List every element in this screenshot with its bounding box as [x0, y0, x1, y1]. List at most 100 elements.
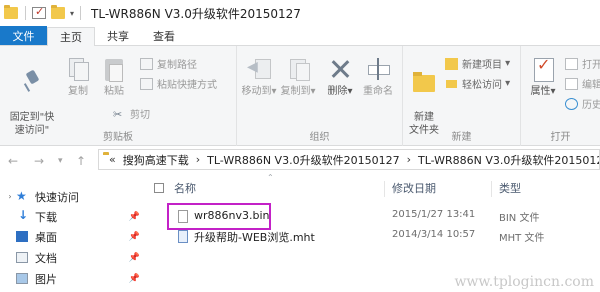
breadcrumb-separator[interactable]: ›: [407, 153, 411, 166]
delete-button[interactable]: 删除▾: [325, 56, 355, 98]
easy-access-icon: [445, 78, 458, 90]
ribbon: 固定到"快 速访问" 复制 粘贴 复制路径 粘贴快捷方式 剪切 剪贴板 移动到▾: [0, 46, 600, 146]
scissors-icon: [113, 108, 126, 120]
desktop-icon: [16, 231, 28, 242]
quick-access-toolbar: ▾: [0, 5, 87, 20]
pin-icon: [20, 69, 44, 95]
rename-label: 重命名: [363, 86, 393, 97]
nav-item-documents[interactable]: 文档 📌: [0, 248, 146, 267]
history-button[interactable]: 历史: [565, 96, 600, 111]
select-all-checkbox[interactable]: [154, 183, 164, 193]
download-icon: [16, 211, 28, 222]
new-group-label: 新建: [451, 132, 472, 143]
history-icon: [565, 97, 578, 110]
documents-icon: [16, 252, 28, 263]
copy-path-icon: [140, 57, 153, 70]
properties-label: 属性: [530, 86, 551, 97]
file-date: 2014/3/14 10:57: [392, 229, 476, 240]
separator: [25, 6, 26, 20]
nav-item-quick-access[interactable]: › 快速访问: [0, 187, 146, 206]
title-bar: ▾ TL-WR886N V3.0升级软件20150127: [0, 0, 600, 26]
new-item-button[interactable]: 新建项目 ▾: [445, 56, 510, 71]
address-row: ← → ▾ ↑ « 搜狗高速下载 › TL-WR886N V3.0升级软件201…: [0, 147, 600, 173]
edit-button[interactable]: 编辑: [565, 76, 600, 91]
nav-item-label: 下载: [35, 210, 57, 224]
paste-label: 粘贴: [104, 86, 124, 97]
open-icon: [565, 57, 578, 70]
paste-button[interactable]: 粘贴: [98, 56, 130, 98]
forward-icon[interactable]: →: [34, 154, 44, 168]
nav-item-downloads[interactable]: 下载 📌: [0, 207, 146, 226]
move-to-label: 移动到: [241, 86, 272, 97]
rename-button[interactable]: 重命名: [359, 56, 397, 98]
move-to-button[interactable]: 移动到▾: [239, 56, 279, 98]
properties-button[interactable]: 属性▾: [527, 56, 559, 98]
paste-icon: [102, 56, 126, 82]
delete-icon: [328, 56, 352, 82]
column-divider[interactable]: [384, 181, 385, 197]
tab-file[interactable]: 文件: [0, 26, 47, 45]
cut-label: 剪切: [130, 110, 150, 121]
tab-view[interactable]: 查看: [141, 26, 187, 45]
watermark: www.tplogincn.com: [454, 274, 594, 290]
dropdown-arrow-icon: ▾: [271, 86, 277, 97]
web-archive-icon: [178, 230, 188, 243]
rename-icon: [366, 56, 390, 82]
dropdown-arrow-icon: ▾: [502, 58, 511, 69]
folder-icon: [4, 5, 18, 19]
copy-label: 复制: [68, 86, 88, 97]
breadcrumb-item[interactable]: 搜狗高速下载: [123, 152, 189, 168]
copy-button[interactable]: 复制: [62, 56, 94, 98]
separator: [80, 6, 82, 20]
easy-access-label: 轻松访问: [462, 80, 502, 91]
cut-button[interactable]: 剪切: [113, 106, 150, 121]
copy-to-icon: [286, 56, 310, 82]
clipboard-group-label: 剪贴板: [103, 132, 133, 143]
file-name: 升级帮助-WEB浏览.mht: [194, 231, 315, 244]
dropdown-arrow-icon: ▾: [550, 86, 556, 97]
copy-path-button[interactable]: 复制路径: [140, 56, 197, 71]
clipboard-group: 固定到"快 速访问" 复制 粘贴 复制路径 粘贴快捷方式 剪切 剪贴板: [0, 46, 237, 146]
back-icon[interactable]: ←: [8, 154, 18, 168]
open-group: 属性▾ 打开 编辑 历史 打开: [521, 46, 600, 146]
column-header-date[interactable]: 修改日期: [392, 179, 436, 197]
pin-quick-access-button[interactable]: 固定到"快 速访问": [6, 56, 58, 137]
expand-icon[interactable]: ›: [4, 192, 16, 201]
dropdown-arrow-icon: ▾: [502, 78, 511, 89]
window-title: TL-WR886N V3.0升级软件20150127: [91, 6, 301, 21]
column-header-type[interactable]: 类型: [499, 179, 521, 197]
nav-item-desktop[interactable]: 桌面 📌: [0, 227, 146, 246]
open-button[interactable]: 打开: [565, 56, 600, 71]
paste-shortcut-button[interactable]: 粘贴快捷方式: [140, 76, 217, 91]
column-header-name[interactable]: 名称: [174, 179, 196, 197]
address-overflow[interactable]: «: [109, 153, 116, 166]
open-group-label: 打开: [550, 132, 571, 143]
properties-icon[interactable]: [32, 5, 46, 19]
breadcrumb-separator[interactable]: ›: [196, 153, 200, 166]
edit-label: 编辑: [582, 80, 600, 91]
pictures-icon: [16, 273, 28, 284]
copy-to-label: 复制到: [280, 86, 311, 97]
tab-home[interactable]: 主页: [47, 27, 95, 46]
breadcrumb-item[interactable]: TL-WR886N V3.0升级软件20150127: [418, 152, 599, 168]
tab-share[interactable]: 共享: [95, 26, 141, 45]
dropdown-arrow-icon: ▾: [347, 86, 353, 97]
address-bar[interactable]: « 搜狗高速下载 › TL-WR886N V3.0升级软件20150127 › …: [98, 149, 600, 170]
column-divider[interactable]: [491, 181, 492, 197]
new-item-label: 新建项目: [462, 60, 502, 71]
easy-access-button[interactable]: 轻松访问 ▾: [445, 76, 510, 91]
nav-item-pictures[interactable]: 图片 📌: [0, 269, 146, 288]
customize-dropdown-icon[interactable]: ▾: [70, 9, 74, 18]
open-label: 打开: [582, 60, 600, 71]
recent-locations-icon[interactable]: ▾: [58, 156, 63, 166]
organize-group: 移动到▾ 复制到▾ 删除▾ 重命名 组织: [237, 46, 403, 146]
up-icon[interactable]: ↑: [76, 154, 86, 168]
breadcrumb-item[interactable]: TL-WR886N V3.0升级软件20150127: [207, 152, 399, 168]
highlight-box: [167, 203, 271, 230]
copy-to-button[interactable]: 复制到▾: [277, 56, 319, 98]
nav-item-label: 文档: [35, 251, 57, 265]
copy-path-label: 复制路径: [157, 60, 197, 71]
new-folder-button[interactable]: 新建 文件夹: [407, 56, 441, 137]
new-folder-icon[interactable]: [51, 5, 65, 19]
pin-icon: 📌: [128, 211, 140, 222]
